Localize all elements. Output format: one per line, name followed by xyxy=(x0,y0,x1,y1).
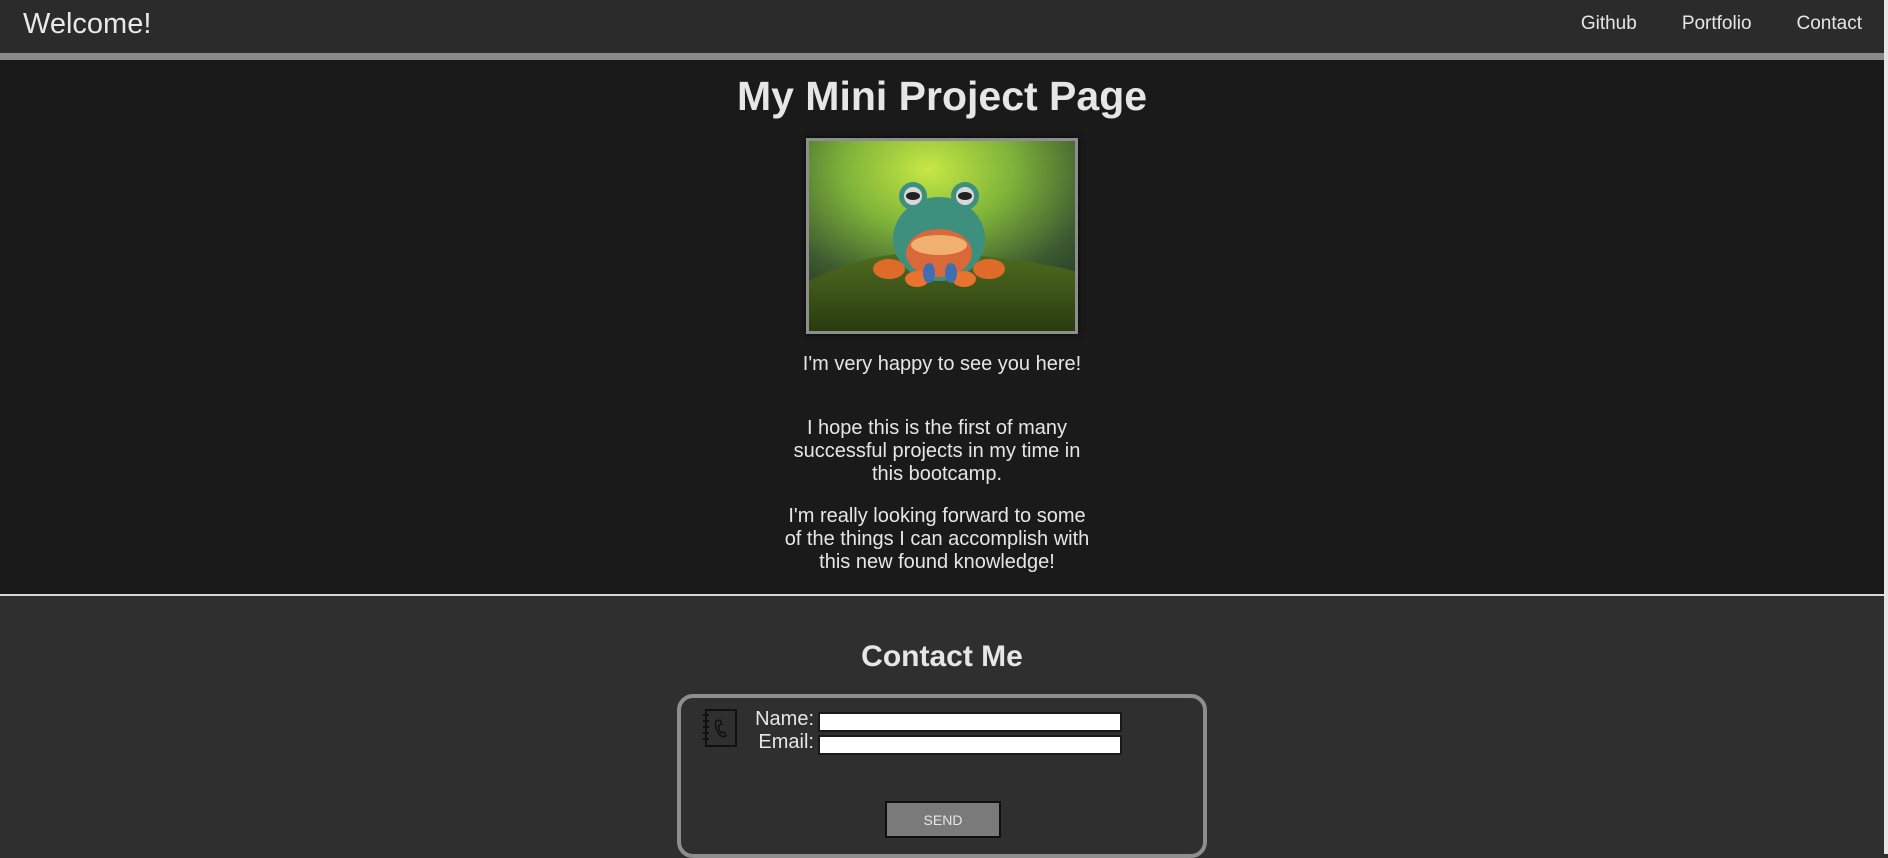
name-label: Name: xyxy=(755,708,814,730)
email-input[interactable] xyxy=(818,735,1122,755)
top-nav: Github Portfolio Contact xyxy=(1581,13,1862,35)
frog-photo-icon xyxy=(809,141,1075,331)
intro-paragraph: I hope this is the first of many success… xyxy=(793,417,1081,485)
window-edge xyxy=(1884,0,1888,854)
contact-title: Contact Me xyxy=(861,640,1023,673)
contact-form: Name: Email: SEND xyxy=(677,694,1207,858)
top-header: Welcome! Github Portfolio Contact xyxy=(0,0,1884,60)
nav-portfolio-link[interactable]: Portfolio xyxy=(1682,13,1752,35)
greeting-text: I'm very happy to see you here! xyxy=(802,353,1082,375)
outlook-paragraph: I'm really looking forward to some of th… xyxy=(784,505,1090,573)
phonebook-icon xyxy=(703,709,737,747)
send-button[interactable]: SEND xyxy=(885,801,1001,838)
email-label: Email: xyxy=(758,731,814,753)
brand-title: Welcome! xyxy=(23,8,152,40)
main-section: My Mini Project Page I'm very happy to s… xyxy=(0,60,1884,596)
contact-section: Contact Me Name: Email: SEND xyxy=(0,596,1884,858)
page-title: My Mini Project Page xyxy=(736,73,1148,119)
name-input[interactable] xyxy=(818,712,1122,732)
nav-github-link[interactable]: Github xyxy=(1581,13,1637,35)
frog-image xyxy=(806,138,1078,334)
nav-contact-link[interactable]: Contact xyxy=(1797,13,1862,35)
